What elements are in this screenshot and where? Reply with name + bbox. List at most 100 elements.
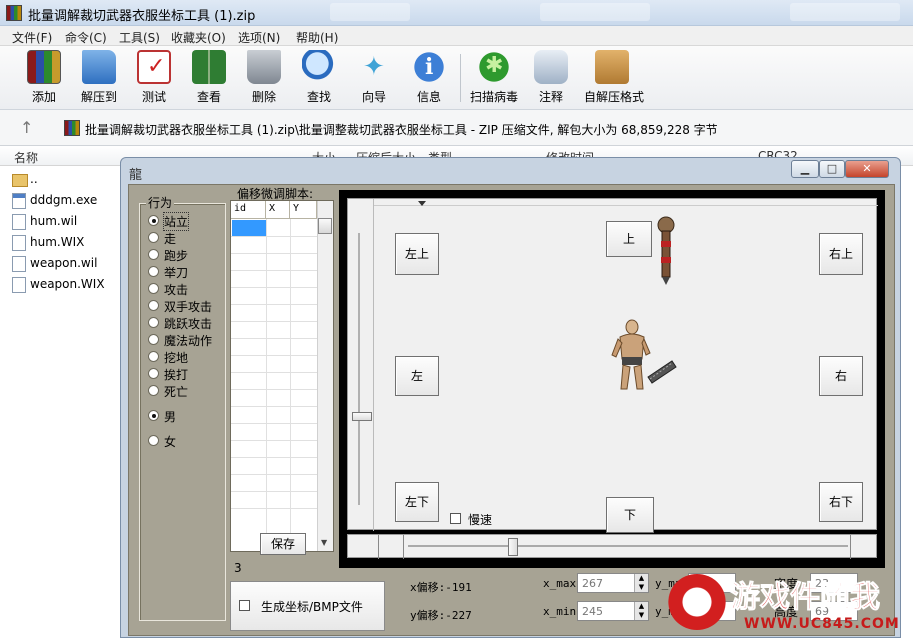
spinner-arrows-icon[interactable]: ▲ ▼ xyxy=(634,574,648,592)
maximize-button[interactable]: □ xyxy=(819,160,845,178)
grid-line xyxy=(231,508,317,509)
right-button[interactable]: 右 xyxy=(819,356,863,396)
generate-checkbox[interactable] xyxy=(239,600,250,611)
virus-scan-icon xyxy=(477,50,511,84)
radio-dot xyxy=(148,410,159,421)
vertical-slider-track xyxy=(358,233,360,505)
folder-icon xyxy=(12,174,28,187)
add-button[interactable]: 添加 xyxy=(16,50,72,108)
radio-dot xyxy=(148,215,159,226)
archive-icon xyxy=(64,120,80,136)
grid-line xyxy=(231,253,317,254)
menu-favorites[interactable]: 收藏夹(O) xyxy=(171,29,226,46)
grid-scroll-thumb[interactable] xyxy=(318,218,332,234)
x-max-spinner[interactable]: 267 ▲ ▼ xyxy=(577,573,649,593)
sfx-label: 自解压格式 xyxy=(584,90,645,104)
menu-help[interactable]: 帮助(H) xyxy=(296,29,338,46)
delete-label: 删除 xyxy=(251,90,276,104)
x-min-spinner[interactable]: 245 ▲ ▼ xyxy=(577,601,649,621)
minimize-button[interactable]: ▁ xyxy=(791,160,819,178)
radio-dot xyxy=(148,283,159,294)
extract-folder-icon xyxy=(82,50,116,84)
menu-tools[interactable]: 工具(S) xyxy=(119,29,160,46)
comment-label: 注释 xyxy=(538,90,563,104)
radio-label: 跑步 xyxy=(164,249,189,263)
radio-label: 举刀 xyxy=(164,266,189,280)
winrar-app-icon xyxy=(6,5,22,21)
test-button[interactable]: 测试 xyxy=(126,50,182,108)
grid-line xyxy=(231,287,317,288)
window-title: 批量调解裁切武器衣服坐标工具 (1).zip xyxy=(28,9,256,24)
menu-options[interactable]: 选项(N) xyxy=(238,29,280,46)
radio-label: 挖地 xyxy=(164,351,189,365)
grid-selected-cell[interactable] xyxy=(232,220,266,236)
up-arrow-icon[interactable]: ↑ xyxy=(20,118,33,137)
archive-path: 批量调解裁切武器衣服坐标工具 (1).zip\批量调整裁切武器衣服坐标工具 - … xyxy=(85,123,718,137)
radio-dot xyxy=(148,334,159,345)
grid-line xyxy=(231,372,317,373)
wizard-wand-icon xyxy=(357,50,391,84)
horizontal-ruler xyxy=(374,199,878,206)
comment-button[interactable]: 注释 xyxy=(523,50,579,108)
horizontal-slider-track xyxy=(408,545,848,547)
radio-label: 魔法动作 xyxy=(164,334,213,348)
wizard-label: 向导 xyxy=(361,90,386,104)
down-button[interactable]: 下 xyxy=(606,497,654,533)
file-name: dddgm.exe xyxy=(30,193,98,207)
radio-label: 女 xyxy=(164,435,177,449)
preview-canvas[interactable]: 左上 上 右上 左 右 左下 下 右下 慢速 xyxy=(347,198,878,533)
grid-line xyxy=(231,474,317,475)
down-right-button[interactable]: 右下 xyxy=(819,482,863,522)
virus-scan-label: 扫描病毒 xyxy=(469,90,518,104)
vertical-slider-thumb[interactable] xyxy=(352,412,372,421)
grid-line xyxy=(266,219,267,551)
menu-commands[interactable]: 命令(C) xyxy=(65,29,107,46)
x-max-label: x_max xyxy=(543,577,577,590)
blurred-region xyxy=(330,3,410,21)
x-min-label: x_min xyxy=(543,605,577,618)
delete-trash-icon xyxy=(247,50,281,84)
spinner-arrows-icon[interactable]: ▲ ▼ xyxy=(634,602,648,620)
delete-button[interactable]: 删除 xyxy=(236,50,292,108)
grid-line xyxy=(231,440,317,441)
weapon-sprite xyxy=(657,216,675,285)
y-offset-readout: y偏移:-227 xyxy=(410,609,472,622)
horizontal-slider-thumb[interactable] xyxy=(508,538,518,556)
add-label: 添加 xyxy=(31,90,56,104)
slow-checkbox[interactable] xyxy=(450,513,461,524)
comment-icon xyxy=(534,50,568,84)
file-icon xyxy=(12,235,26,251)
virus-scan-button[interactable]: 扫描病毒 xyxy=(466,50,522,108)
grid-scrollbar[interactable] xyxy=(317,201,333,551)
exe-file-icon xyxy=(12,193,26,209)
blurred-region xyxy=(790,3,900,21)
view-button[interactable]: 查看 xyxy=(181,50,237,108)
scroll-down-arrow-icon[interactable]: ▼ xyxy=(321,538,327,547)
extract-to-button[interactable]: 解压到 xyxy=(71,50,127,108)
grid-line xyxy=(231,270,317,271)
info-button[interactable]: 信息 xyxy=(401,50,457,108)
file-icon xyxy=(12,277,26,293)
up-button[interactable]: 上 xyxy=(606,221,652,257)
radio-dot xyxy=(148,368,159,379)
radio-label: 男 xyxy=(164,410,177,424)
save-script-button[interactable]: 保存 xyxy=(260,533,306,555)
wizard-button[interactable]: 向导 xyxy=(346,50,402,108)
up-right-button[interactable]: 右上 xyxy=(819,233,863,275)
test-clipboard-icon xyxy=(137,50,171,84)
find-button[interactable]: 查找 xyxy=(291,50,347,108)
grid-header-id: id xyxy=(231,201,266,219)
file-name: hum.WIX xyxy=(30,235,85,249)
close-button[interactable]: ✕ xyxy=(845,160,889,178)
left-button[interactable]: 左 xyxy=(395,356,439,396)
radio-dot xyxy=(148,232,159,243)
menu-file[interactable]: 文件(F) xyxy=(12,29,52,46)
radio-label: 攻击 xyxy=(164,283,189,297)
down-left-button[interactable]: 左下 xyxy=(395,482,439,522)
sfx-button[interactable]: 自解压格式 xyxy=(584,50,645,108)
offset-script-grid[interactable]: id X Y ▼ xyxy=(230,200,334,552)
column-name[interactable]: 名称 xyxy=(14,149,38,166)
site-watermark: 游戏件随我 WWW.UC845.COM xyxy=(666,568,913,638)
up-left-button[interactable]: 左上 xyxy=(395,233,439,275)
radio-label: 死亡 xyxy=(164,385,189,399)
